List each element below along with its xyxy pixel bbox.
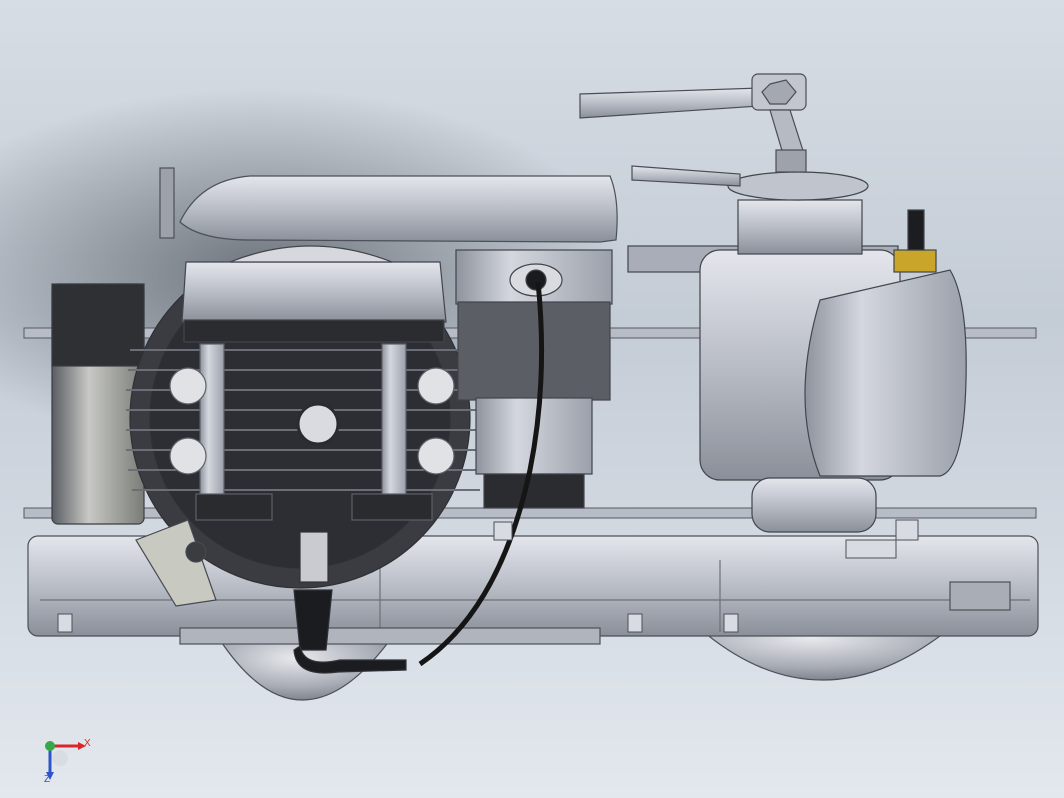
graphics-viewport[interactable]: X Z bbox=[0, 0, 1064, 798]
triad-x-label: X bbox=[84, 738, 91, 749]
control-levers bbox=[579, 73, 807, 187]
magneto bbox=[455, 249, 613, 509]
triad-z-label: Z bbox=[44, 774, 51, 785]
rocker-cover bbox=[181, 245, 447, 343]
coordinate-triad: X Z bbox=[40, 732, 100, 788]
gearbox bbox=[627, 171, 967, 533]
engine-model[interactable] bbox=[0, 0, 1064, 798]
cylinder-center-bolt bbox=[296, 402, 340, 446]
top-cover bbox=[159, 167, 618, 243]
